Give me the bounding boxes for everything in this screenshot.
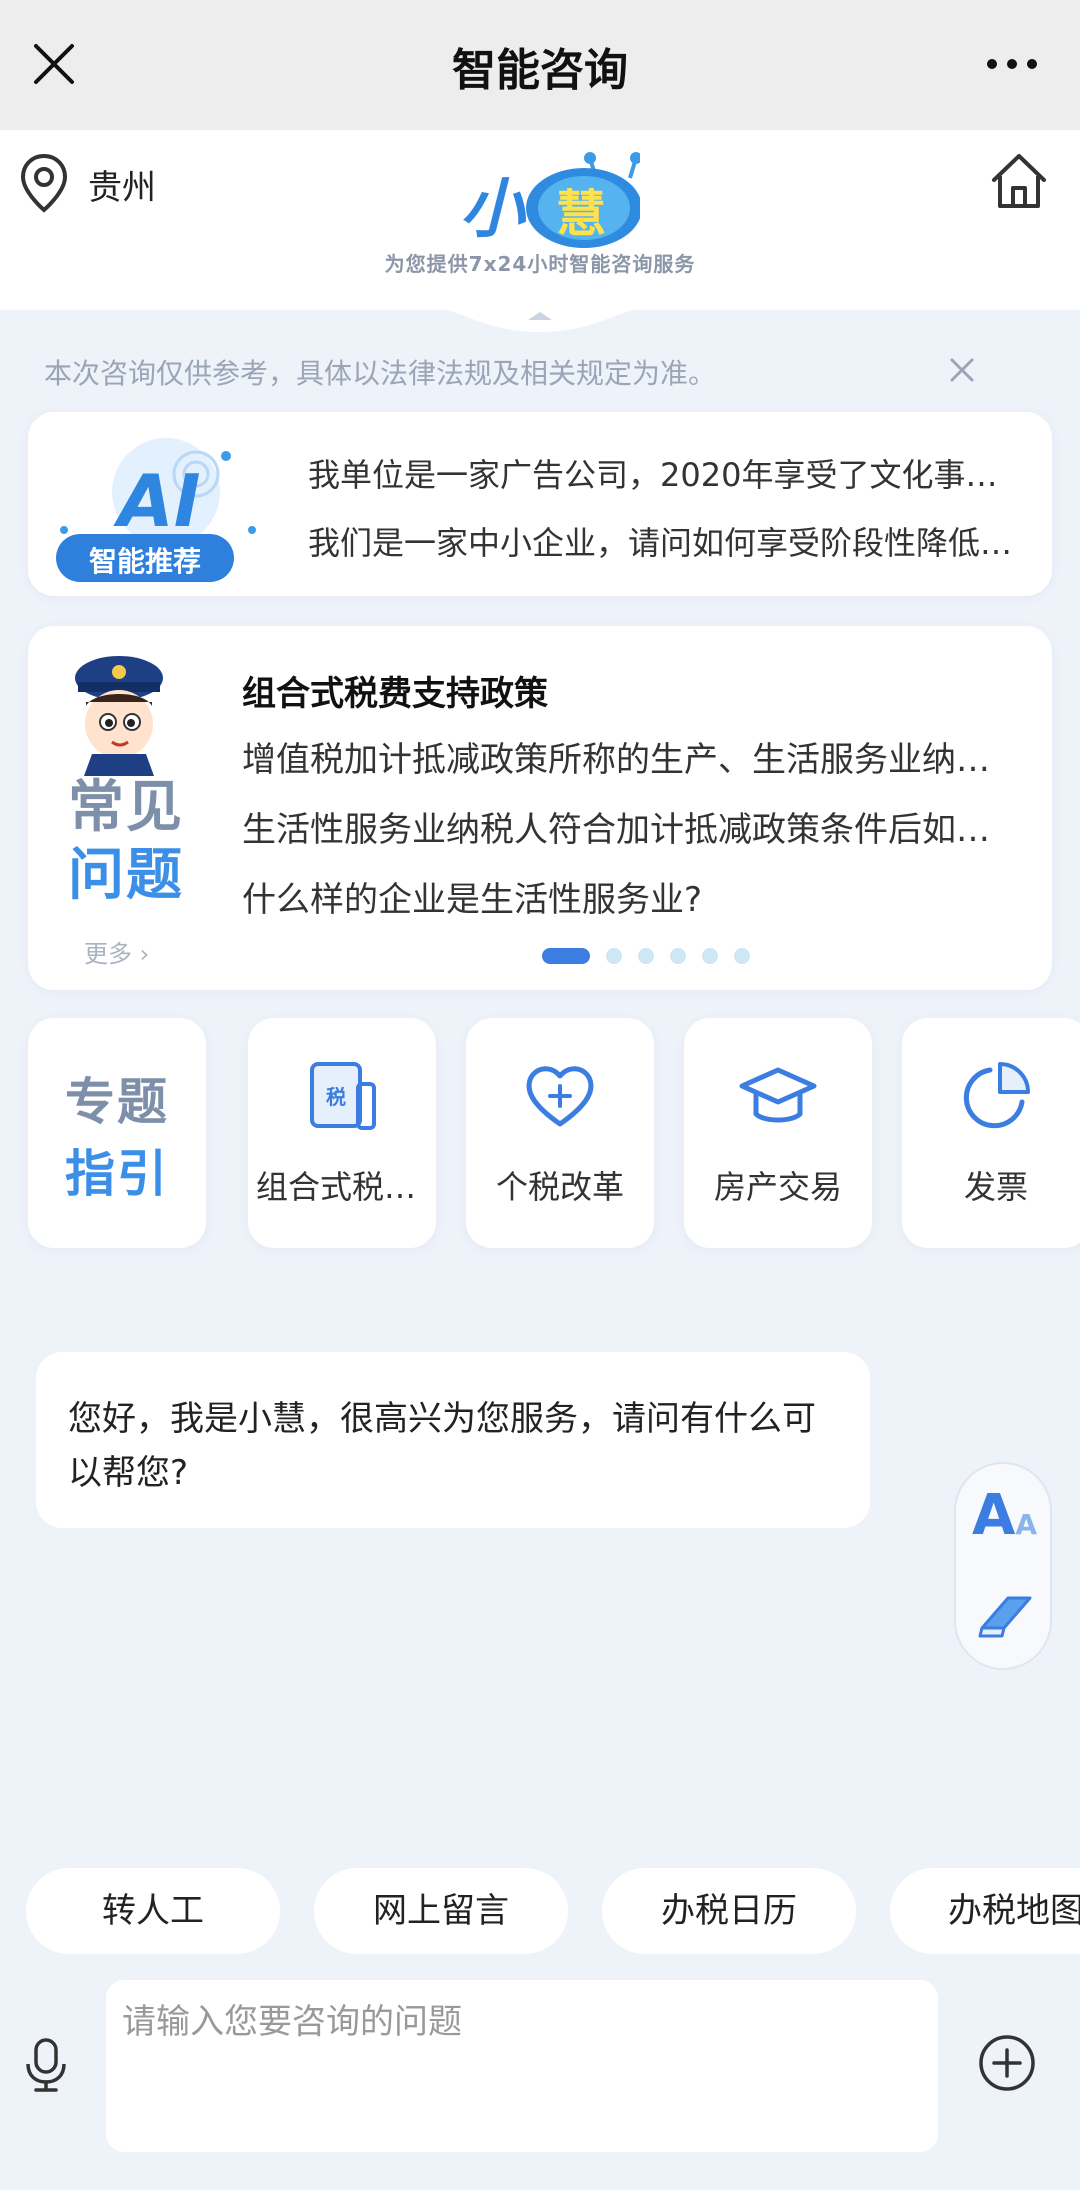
logo-char-small: 小 — [460, 173, 524, 247]
faq-label-line2: 问题 — [68, 843, 184, 908]
pager-dot[interactable] — [606, 948, 622, 964]
faq-item-3[interactable]: 什么样的企业是生活性服务业? — [242, 872, 1002, 921]
topic-guide-line1: 专题 — [65, 1073, 169, 1131]
pie-chart-icon — [963, 1062, 1030, 1129]
faq-card: 常见 问题 更多 › 组合式税费支持政策 增值税加计抵减政策所称的生产、生活服务… — [28, 626, 1052, 990]
faq-item-1[interactable]: 增值税加计抵减政策所称的生产、生活服务业纳税人是指 — [242, 732, 1002, 781]
faq-title: 组合式税费支持政策 — [242, 674, 548, 714]
more-icon[interactable] — [984, 56, 1040, 72]
online-message-button[interactable]: 网上留言 — [314, 1868, 568, 1954]
pager-dot[interactable] — [542, 948, 590, 964]
header-curve — [0, 280, 1080, 332]
faq-item-2[interactable]: 生活性服务业纳税人符合加计抵减政策条件后如何申报 — [242, 802, 1002, 851]
font-size-icon[interactable]: AA — [972, 1488, 1037, 1553]
ai-question-1[interactable]: 我单位是一家广告公司，2020年享受了文化事业建设费减免政策 — [308, 450, 1028, 496]
chevron-right-icon: › — [139, 940, 150, 968]
tax-map-button[interactable]: 办税地图 — [890, 1868, 1080, 1954]
question-input[interactable] — [106, 1980, 938, 2152]
tax-officer-avatar — [75, 656, 163, 776]
location-pin-icon[interactable] — [18, 152, 70, 214]
faq-more-link[interactable]: 更多 › — [84, 934, 149, 969]
ai-badge-label: 智能推荐 — [88, 545, 201, 578]
topic-card-property[interactable]: 房产交易 — [684, 1018, 872, 1248]
nav-bar: 智能咨询 — [0, 0, 1080, 130]
ai-recommend-card: AI 智能推荐 我单位是一家广告公司，2020年享受了文化事业建设费减免政策 我… — [28, 412, 1052, 596]
faq-more-label: 更多 — [84, 940, 132, 968]
add-attachment-icon[interactable] — [978, 2034, 1036, 2092]
ai-question-2[interactable]: 我们是一家中小企业，请问如何享受阶段性降低失业保险费率政策 — [308, 518, 1028, 564]
tax-calendar-button[interactable]: 办税日历 — [602, 1868, 856, 1954]
logo-subtitle: 为您提供7x24小时智能咨询服务 — [384, 252, 696, 276]
topic-guide-label-card: 专题 指引 — [28, 1018, 206, 1248]
topic-card-individual-tax[interactable]: 个税改革 — [466, 1018, 654, 1248]
pager-dot[interactable] — [638, 948, 654, 964]
bot-greeting-bubble: 您好，我是小慧，很高兴为您服务，请问有什么可以帮您? — [36, 1352, 870, 1528]
topic-guide-line2: 指引 — [65, 1145, 169, 1203]
dismiss-disclaimer-icon[interactable] — [946, 354, 978, 386]
graduation-cap-icon — [739, 1067, 817, 1123]
topic-card-invoice[interactable]: 发票 — [902, 1018, 1080, 1248]
pager-dot[interactable] — [670, 948, 686, 964]
eraser-icon[interactable] — [974, 1584, 1036, 1646]
transfer-agent-button[interactable]: 转人工 — [26, 1868, 280, 1954]
xiaohui-logo: 小 慧 — [460, 150, 642, 250]
page-title: 智能咨询 — [452, 45, 628, 96]
topic-label-property: 房产交易 — [713, 1168, 842, 1206]
location-label[interactable]: 贵州 — [88, 160, 156, 209]
ai-recommend-badge: AI 智能推荐 — [56, 434, 266, 584]
disclaimer-text: 本次咨询仅供参考，具体以法律法规及相关规定为准。 — [44, 357, 717, 390]
bot-greeting-text: 您好，我是小慧，很高兴为您服务，请问有什么可以帮您? — [68, 1399, 816, 1493]
svg-text:税: 税 — [326, 1085, 346, 1109]
chat-tools-pill: AA — [954, 1462, 1052, 1670]
topic-label-invoice: 发票 — [963, 1168, 1028, 1206]
pager-dot[interactable] — [702, 948, 718, 964]
topic-label-individual-tax: 个税改革 — [495, 1168, 624, 1206]
microphone-icon[interactable] — [24, 2036, 68, 2092]
topic-card-combined-tax[interactable]: 税 组合式税费支持政策 — [248, 1018, 436, 1248]
heart-plus-icon — [526, 1066, 594, 1127]
svg-text:AI: AI — [113, 459, 201, 543]
topic-label-combined-tax: 组合式税费支持政策 — [256, 1168, 436, 1206]
tax-doc-icon: 税 — [310, 1062, 376, 1130]
pager-dot[interactable] — [734, 948, 750, 964]
logo-char-hui: 慧 — [556, 185, 606, 243]
home-icon[interactable] — [988, 150, 1050, 212]
app-root: 智能咨询 贵州 小 慧 为您提供7x24小时智能咨询服务 本次咨询仅供参考，具体… — [0, 0, 1080, 2190]
